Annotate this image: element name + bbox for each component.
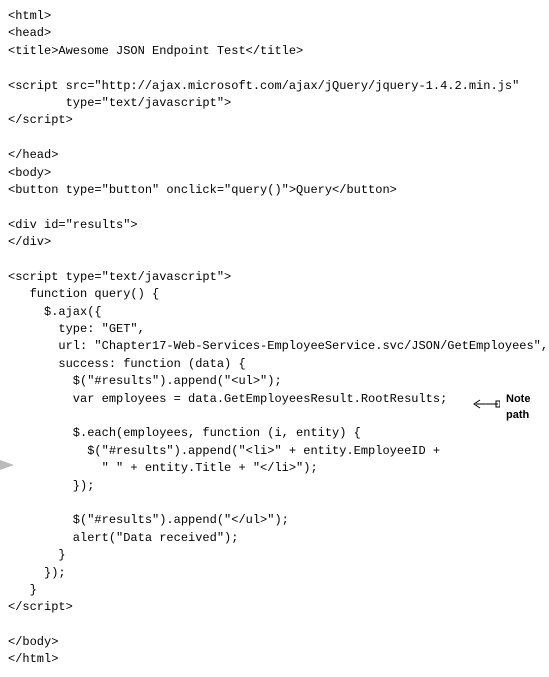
annotation-note: Note path — [506, 392, 530, 424]
code-line: } — [8, 548, 66, 562]
code-line: <body> — [8, 166, 51, 180]
code-line: <html> — [8, 9, 51, 23]
code-line: alert("Data received"); — [8, 531, 238, 545]
code-listing: <html> <head> <title>Awesome JSON Endpoi… — [8, 8, 541, 669]
code-line: </script> — [8, 113, 73, 127]
code-line: }); — [8, 479, 94, 493]
code-line: var employees = data.GetEmployeesResult.… — [8, 392, 447, 406]
code-line: <div id="results"> — [8, 218, 138, 232]
code-line: type: "GET", — [8, 322, 145, 336]
code-line: </body> — [8, 635, 58, 649]
code-line: </div> — [8, 235, 51, 249]
code-line: </script> — [8, 600, 73, 614]
code-line: <button type="button" onclick="query()">… — [8, 183, 397, 197]
code-line: $("#results").append("</ul>"); — [8, 513, 289, 527]
annotation-arrow-icon — [470, 395, 500, 415]
code-line: <script type="text/javascript"> — [8, 270, 231, 284]
pointer-arrow-icon — [0, 458, 14, 474]
code-line: </html> — [8, 652, 58, 666]
annotation-text-line2: path — [506, 409, 529, 421]
code-line: $("#results").append("<li>" + entity.Emp… — [8, 444, 440, 458]
code-line: type="text/javascript"> — [8, 96, 231, 110]
annotation-text-line1: Note — [506, 393, 530, 405]
code-line: " " + entity.Title + "</li>"); — [8, 461, 318, 475]
code-line: <title>Awesome JSON Endpoint Test</title… — [8, 44, 303, 58]
code-line: <head> — [8, 26, 51, 40]
code-line: $.each(employees, function (i, entity) { — [8, 426, 361, 440]
code-line: $.ajax({ — [8, 305, 102, 319]
code-line: <script src="http://ajax.microsoft.com/a… — [8, 79, 519, 93]
code-line: }); — [8, 566, 66, 580]
code-line: url: "Chapter17-Web-Services-EmployeeSer… — [8, 339, 548, 353]
code-line: } — [8, 583, 37, 597]
code-line: function query() { — [8, 287, 159, 301]
code-line: </head> — [8, 148, 58, 162]
code-line: $("#results").append("<ul>"); — [8, 374, 282, 388]
code-line: success: function (data) { — [8, 357, 246, 371]
